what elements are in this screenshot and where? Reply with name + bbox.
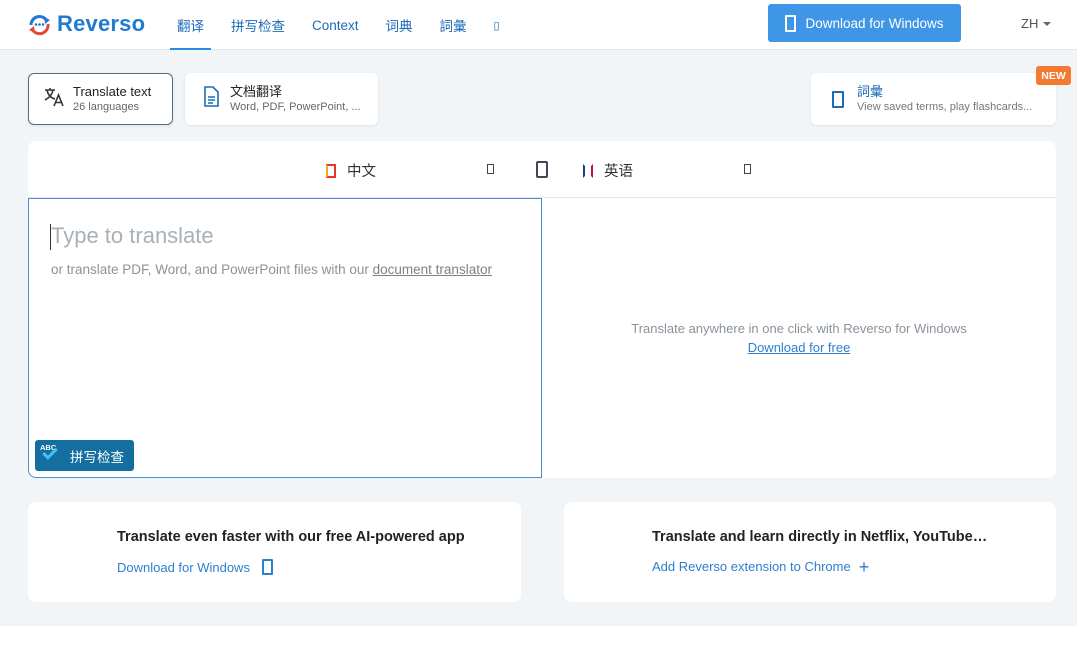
mode-document-sub: Word, PDF, PowerPoint, ... [230,101,361,113]
app-promo-download-link[interactable]: Download for Windows [117,559,273,575]
reverso-logo-icon [27,12,52,37]
extension-promo-link[interactable]: Add Reverso extension to Chrome + [652,556,870,577]
windows-icon [785,14,797,32]
source-language-selector[interactable]: 中文 [326,160,376,181]
extension-promo-title: Translate and learn directly in Netflix,… [652,529,988,545]
translator-panel: 中文 英语 Type to translate or translate PDF… [28,141,1056,478]
swap-languages-icon[interactable] [536,161,548,178]
ui-language-selector[interactable]: ZH [1021,16,1052,31]
nav-tab-vocabulary[interactable]: 詞彙 [433,0,474,50]
target-promo: Translate anywhere in one click with Rev… [542,319,1056,357]
app-promo-card: Translate even faster with our free AI-p… [28,502,521,602]
source-placeholder: Type to translate [51,223,214,248]
app-promo-link-label: Download for Windows [117,559,250,575]
nav-tab-translate[interactable]: 翻译 [170,0,211,50]
main-nav: 翻译 拼写检查 Context 词典 詞彙 ▯ [170,0,520,50]
reverso-logo[interactable]: Reverso [27,10,145,38]
spellcheck-button[interactable]: ABC 拼写检查 [35,440,134,471]
mode-translate-sub: 26 languages [73,101,140,113]
mode-vocabulary-title: 詞彙 [857,84,884,99]
mode-vocabulary-sub: View saved terms, play flashcards... [857,101,1033,113]
mode-translate-text[interactable]: Translate text 26 languages [28,73,173,125]
document-hint: or translate PDF, Word, and PowerPoint f… [51,262,492,277]
mode-vocabulary[interactable]: 詞彙 View saved terms, play flashcards... [811,73,1056,125]
ui-language-label: ZH [1021,16,1039,31]
uk-flag-icon [583,163,593,178]
nav-tab-spellcheck[interactable]: 拼写检查 [224,0,292,50]
windows-icon [261,559,273,575]
top-header: Reverso 翻译 拼写检查 Context 词典 詞彙 ▯ Download… [0,0,1077,50]
document-translator-link[interactable]: document translator [373,262,492,277]
mode-document-translation[interactable]: 文档翻译 Word, PDF, PowerPoint, ... [185,73,378,125]
source-language-dropdown-icon[interactable] [487,164,494,174]
target-language-label: 英语 [604,164,633,180]
extension-promo-link-label: Add Reverso extension to Chrome [652,559,851,574]
language-bar: 中文 英语 [28,141,1056,198]
spellcheck-label: 拼写检查 [70,449,124,465]
app-promo-title: Translate even faster with our free AI-p… [117,529,465,545]
nav-tab-dictionary[interactable]: 词典 [379,0,420,50]
source-text-area[interactable]: Type to translate or translate PDF, Word… [28,198,542,478]
new-badge: NEW [1036,66,1071,85]
chevron-down-icon [1043,21,1052,26]
document-hint-text: or translate PDF, Word, and PowerPoint f… [51,262,373,277]
nav-more-icon[interactable]: ▯ [487,0,507,50]
target-language-selector[interactable]: 英语 [583,160,633,181]
target-text-area: Translate anywhere in one click with Rev… [542,198,1056,478]
nav-tab-context[interactable]: Context [305,0,366,50]
download-windows-button[interactable]: Download for Windows [768,4,961,42]
mode-document-title: 文档翻译 [230,84,283,99]
footer-strip [0,626,1077,658]
vocabulary-icon [832,90,844,108]
download-free-link[interactable]: Download for free [748,340,851,355]
mode-translate-title: Translate text [73,84,152,99]
china-flag-icon [326,163,336,178]
extension-promo-card: Translate and learn directly in Netflix,… [564,502,1056,602]
plus-icon: + [858,556,870,577]
source-language-label: 中文 [347,164,376,180]
document-icon [203,86,220,112]
brand-name: Reverso [57,11,146,36]
download-windows-label: Download for Windows [805,15,944,31]
translate-icon [43,86,65,113]
target-promo-text: Translate anywhere in one click with Rev… [631,321,967,336]
target-language-dropdown-icon[interactable] [744,164,751,174]
